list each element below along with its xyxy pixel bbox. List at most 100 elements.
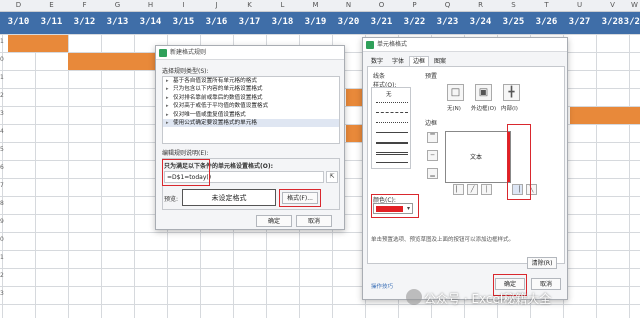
- row-number[interactable]: 2: [0, 92, 8, 99]
- preset-none-label: 无(N): [447, 106, 461, 112]
- line-style-option[interactable]: [376, 152, 408, 155]
- highlight-box: [371, 194, 419, 218]
- row-number[interactable]: 6: [0, 164, 8, 171]
- dialog-title-bar[interactable]: 新建格式规则: [156, 46, 344, 60]
- row-number[interactable]: 3: [0, 290, 8, 297]
- rule-type-list: 基于各自值设置所有单元格的格式 只为包含以下内容的单元格设置格式 仅对排名靠前或…: [162, 76, 340, 144]
- line-style-option[interactable]: [376, 162, 408, 163]
- column-header[interactable]: P: [398, 1, 431, 9]
- column-header[interactable]: N: [332, 1, 365, 9]
- date-cell[interactable]: 3/10: [2, 17, 35, 27]
- column-header[interactable]: J: [200, 1, 233, 9]
- border-middle-icon[interactable]: ─: [427, 150, 438, 161]
- row-number[interactable]: 1: [0, 254, 8, 261]
- row-number[interactable]: 9: [0, 218, 8, 225]
- ok-button[interactable]: 确定: [256, 215, 292, 227]
- date-cell[interactable]: 3/15: [167, 17, 200, 27]
- highlight-box: [279, 189, 321, 207]
- border-bottom-icon[interactable]: ▁: [427, 168, 438, 179]
- border-diag-icon[interactable]: ╱: [467, 184, 478, 195]
- style-none-label: 无: [386, 92, 392, 98]
- rule-type-item-selected[interactable]: 使用公式确定要设置格式的单元格: [163, 118, 339, 128]
- column-header[interactable]: L: [266, 1, 299, 9]
- column-header[interactable]: S: [497, 1, 530, 9]
- preview-label: 预览:: [164, 196, 179, 203]
- gantt-bar: [68, 53, 158, 70]
- new-format-rule-dialog: 新建格式规则 选择规则类型(S): 基于各自值设置所有单元格的格式 只为包含以下…: [155, 45, 345, 230]
- preset-inside-icon[interactable]: ╋: [503, 84, 520, 101]
- column-header[interactable]: W: [618, 1, 640, 9]
- column-header[interactable]: U: [563, 1, 596, 9]
- app-icon: [366, 41, 374, 49]
- date-cell[interactable]: 3/22: [398, 17, 431, 27]
- line-style-option[interactable]: [376, 142, 408, 144]
- date-cell[interactable]: 3/23: [431, 17, 464, 27]
- row-number[interactable]: 1: [0, 38, 8, 45]
- rule-type-item[interactable]: 基于各自值设置所有单元格的格式: [163, 77, 339, 85]
- date-cell[interactable]: 3/25: [497, 17, 530, 27]
- row-number[interactable]: 0: [0, 236, 8, 243]
- column-header[interactable]: T: [530, 1, 563, 9]
- date-cell[interactable]: 3/13: [101, 17, 134, 27]
- row-number[interactable]: 3: [0, 110, 8, 117]
- border-top-icon[interactable]: ▔: [427, 132, 438, 143]
- line-group-label: 线条: [373, 73, 386, 80]
- column-header[interactable]: G: [101, 1, 134, 9]
- row-number[interactable]: 0: [0, 56, 8, 63]
- row-number[interactable]: 5: [0, 146, 8, 153]
- column-header[interactable]: O: [365, 1, 398, 9]
- line-style-option[interactable]: [376, 132, 408, 133]
- rule-type-item[interactable]: 只为包含以下内容的单元格设置格式: [163, 85, 339, 93]
- watermark-icon: [406, 289, 422, 305]
- row-number[interactable]: 8: [0, 200, 8, 207]
- date-cell[interactable]: 3/17: [233, 17, 266, 27]
- date-cell[interactable]: 3/16: [200, 17, 233, 27]
- preset-outline-label: 外边框(O): [471, 106, 497, 112]
- tips-link[interactable]: 操作技巧: [371, 282, 393, 290]
- clear-button[interactable]: 清除(R): [527, 257, 557, 269]
- date-cell[interactable]: 3/14: [134, 17, 167, 27]
- column-header[interactable]: K: [233, 1, 266, 9]
- column-header[interactable]: E: [35, 1, 68, 9]
- date-cell[interactable]: 3/18: [266, 17, 299, 27]
- rule-type-item[interactable]: 仅对排名靠前或靠后的数值设置格式: [163, 94, 339, 102]
- column-header[interactable]: Q: [431, 1, 464, 9]
- preset-outline-icon[interactable]: ▣: [475, 84, 492, 101]
- date-cell[interactable]: 3/11: [35, 17, 68, 27]
- column-header[interactable]: H: [134, 1, 167, 9]
- cell-format-dialog: 单元格格式 数字 字体 边框 图案 线条 样式(O): 无 预置 □ ▣ ╋ 无…: [362, 37, 568, 300]
- preset-none-icon[interactable]: □: [447, 84, 464, 101]
- column-header[interactable]: D: [2, 1, 35, 9]
- row-number[interactable]: 1: [0, 74, 8, 81]
- dialog-title: 新建格式规则: [170, 49, 207, 56]
- border-left-icon[interactable]: ▏: [453, 184, 464, 195]
- line-style-list[interactable]: 无: [371, 87, 411, 169]
- column-header[interactable]: F: [68, 1, 101, 9]
- dialog-title-bar[interactable]: 单元格格式: [363, 38, 567, 52]
- date-cell[interactable]: 3/27: [563, 17, 596, 27]
- cancel-button[interactable]: 取消: [531, 278, 561, 290]
- column-header[interactable]: R: [464, 1, 497, 9]
- date-cell[interactable]: 3/21: [365, 17, 398, 27]
- border-preview[interactable]: 文本: [445, 131, 511, 183]
- line-style-option[interactable]: [376, 102, 408, 103]
- app-icon: [159, 49, 167, 57]
- row-number[interactable]: 7: [0, 182, 8, 189]
- cancel-button[interactable]: 取消: [296, 215, 332, 227]
- rule-type-item[interactable]: 仅对高于或低于平均值的数值设置格式: [163, 102, 339, 110]
- row-number[interactable]: 2: [0, 272, 8, 279]
- row-number[interactable]: 4: [0, 128, 8, 135]
- date-cell[interactable]: 3/20: [332, 17, 365, 27]
- column-header[interactable]: M: [299, 1, 332, 9]
- rule-type-item[interactable]: 仅对唯一值或重复值设置格式: [163, 111, 339, 119]
- column-header[interactable]: I: [167, 1, 200, 9]
- date-cell[interactable]: 3/12: [68, 17, 101, 27]
- line-style-option[interactable]: [376, 122, 408, 123]
- range-select-icon[interactable]: ⇱: [326, 171, 338, 183]
- line-style-option[interactable]: [376, 112, 408, 113]
- date-cell[interactable]: 3/26: [530, 17, 563, 27]
- border-center-icon[interactable]: │: [481, 184, 492, 195]
- date-cell[interactable]: 3/24: [464, 17, 497, 27]
- date-cell[interactable]: 3/19: [299, 17, 332, 27]
- date-cell[interactable]: 3/29: [618, 17, 640, 27]
